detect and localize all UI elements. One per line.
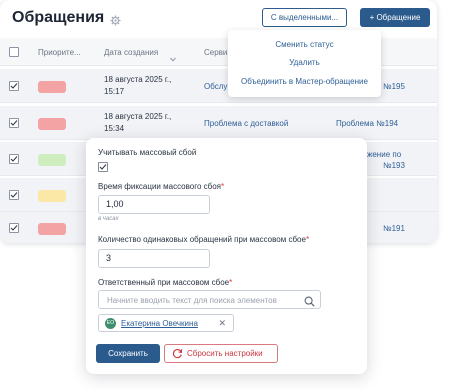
responsible-label: Ответственный при массовом сбое* bbox=[98, 278, 232, 287]
required-mark: * bbox=[229, 278, 233, 287]
column-priority[interactable]: Приорите... bbox=[38, 48, 81, 57]
search-placeholder: Начните вводить текст для поиска элемент… bbox=[107, 296, 277, 305]
required-mark: * bbox=[305, 235, 310, 244]
count-label: Количество одинаковых обращений при масс… bbox=[98, 235, 309, 244]
with-selected-button[interactable]: С выделенными... bbox=[262, 8, 347, 27]
reset-settings-button[interactable]: Сбросить настройки bbox=[164, 344, 278, 363]
fix-time-label-text: Время фиксации массового сбоя bbox=[98, 182, 221, 191]
gear-icon[interactable] bbox=[110, 13, 121, 26]
request-link[interactable]: №191 bbox=[383, 224, 405, 233]
created-date-line1: 18 августа 2025 г., bbox=[104, 112, 172, 121]
selected-user-chip: ЕО Екатерина Овечкина ✕ bbox=[98, 314, 234, 332]
save-button[interactable]: Сохранить bbox=[96, 344, 160, 363]
priority-badge bbox=[38, 154, 66, 166]
fix-time-label: Время фиксации массового сбоя* bbox=[98, 182, 224, 191]
row-checkbox[interactable] bbox=[9, 190, 19, 200]
column-created-date[interactable]: Дата создания bbox=[104, 48, 158, 57]
request-link[interactable]: Проблема №194 bbox=[336, 119, 398, 128]
request-link[interactable]: №195 bbox=[383, 82, 405, 91]
page-title: Обращения bbox=[12, 9, 105, 26]
page-header: Обращения bbox=[12, 7, 121, 29]
sort-chevron-icon[interactable] bbox=[170, 49, 176, 67]
created-date-line1: 18 августа 2025 г., bbox=[104, 75, 172, 84]
mass-failure-settings-panel: Учитывать массовый сбой Время фиксации м… bbox=[86, 138, 367, 374]
created-date-line2: 15:34 bbox=[104, 124, 125, 133]
column-service[interactable]: Серви bbox=[204, 48, 227, 57]
table-row[interactable]: 18 августа 2025 г., 15:34 Проблема с дос… bbox=[0, 106, 437, 140]
priority-badge bbox=[38, 190, 66, 202]
search-icon[interactable] bbox=[304, 294, 315, 312]
request-link-line2[interactable]: №193 bbox=[383, 161, 405, 170]
count-label-text: Количество одинаковых обращений при масс… bbox=[98, 235, 306, 244]
user-name-link[interactable]: Екатерина Овечкина bbox=[121, 319, 198, 328]
avatar: ЕО bbox=[105, 318, 116, 329]
close-icon[interactable]: ✕ bbox=[218, 318, 226, 329]
service-link[interactable]: Проблема с доставкой bbox=[204, 119, 288, 128]
responsible-label-text: Ответственный при массовом сбое bbox=[98, 278, 230, 287]
fix-time-input[interactable]: 1,00 bbox=[98, 195, 210, 214]
row-checkbox[interactable] bbox=[9, 81, 19, 91]
refresh-icon bbox=[172, 349, 183, 359]
new-request-button[interactable]: + Обращение bbox=[360, 8, 430, 27]
menu-item-delete[interactable]: Удалить bbox=[228, 58, 381, 67]
row-checkbox[interactable] bbox=[9, 118, 19, 128]
service-link[interactable]: Обслу bbox=[204, 82, 227, 91]
reset-label: Сбросить настройки bbox=[187, 349, 263, 358]
priority-badge bbox=[38, 223, 66, 235]
menu-item-change-status[interactable]: Сменить статус bbox=[228, 40, 381, 49]
mass-failure-label: Учитывать массовый сбой bbox=[98, 148, 197, 157]
created-date-line2: 15:17 bbox=[104, 87, 125, 96]
select-all-checkbox[interactable] bbox=[9, 47, 19, 57]
created-date: 18 августа 2025 г., 15:34 bbox=[104, 111, 171, 135]
priority-badge bbox=[38, 81, 66, 93]
bulk-actions-menu: Сменить статус Удалить Объединить в Маст… bbox=[228, 30, 381, 97]
responsible-search-input[interactable]: Начните вводить текст для поиска элемент… bbox=[98, 290, 321, 309]
request-link-line1[interactable]: жение по bbox=[367, 150, 401, 159]
fix-time-hint: в часах bbox=[98, 216, 119, 222]
priority-badge bbox=[38, 118, 66, 130]
mass-failure-checkbox[interactable] bbox=[98, 162, 108, 172]
row-checkbox[interactable] bbox=[9, 154, 19, 164]
created-date: 18 августа 2025 г., 15:17 bbox=[104, 74, 171, 98]
required-mark: * bbox=[221, 182, 225, 191]
menu-item-merge-master[interactable]: Объединить в Мастер-обращение bbox=[228, 77, 381, 86]
row-checkbox[interactable] bbox=[9, 223, 19, 233]
count-input[interactable]: 3 bbox=[98, 249, 210, 268]
